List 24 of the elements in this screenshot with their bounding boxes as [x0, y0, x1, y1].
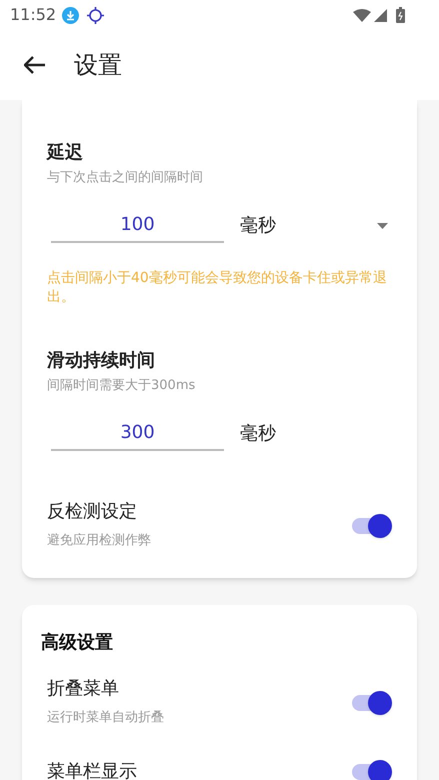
unit-label: 毫秒	[240, 422, 276, 446]
unit-label: 毫秒	[240, 214, 276, 238]
crosshair-icon	[87, 6, 104, 24]
status-time: 11:52	[10, 4, 56, 26]
wifi-icon	[353, 8, 371, 22]
back-arrow-icon[interactable]	[24, 56, 45, 74]
setting-subtitle: 避免应用检测作弊	[47, 532, 152, 550]
setting-title: 反检测设定	[47, 500, 138, 524]
warning-text: 点击间隔小于40毫秒可能会导致您的设备卡住或异常退出。	[47, 269, 388, 307]
setting-subtitle: 间隔时间需要大于300ms	[47, 377, 196, 395]
signal-icon	[374, 8, 387, 22]
setting-title: 菜单栏显示	[47, 760, 138, 780]
setting-title: 延迟	[47, 141, 84, 165]
number-field[interactable]: 100	[51, 208, 224, 243]
battery-icon	[396, 7, 405, 23]
setting-subtitle: 运行时菜单自动折叠	[47, 709, 165, 727]
dropdown-caret-icon[interactable]	[377, 222, 388, 228]
setting-subtitle: 与下次点击之间的间隔时间	[47, 169, 204, 187]
setting-title: 滑动持续时间	[47, 349, 156, 373]
section-header: 高级设置	[41, 631, 114, 655]
setting-title: 折叠菜单	[47, 677, 120, 701]
number-field[interactable]: 300	[51, 416, 224, 451]
download-icon	[62, 6, 80, 24]
page-title: 设置	[74, 50, 122, 81]
